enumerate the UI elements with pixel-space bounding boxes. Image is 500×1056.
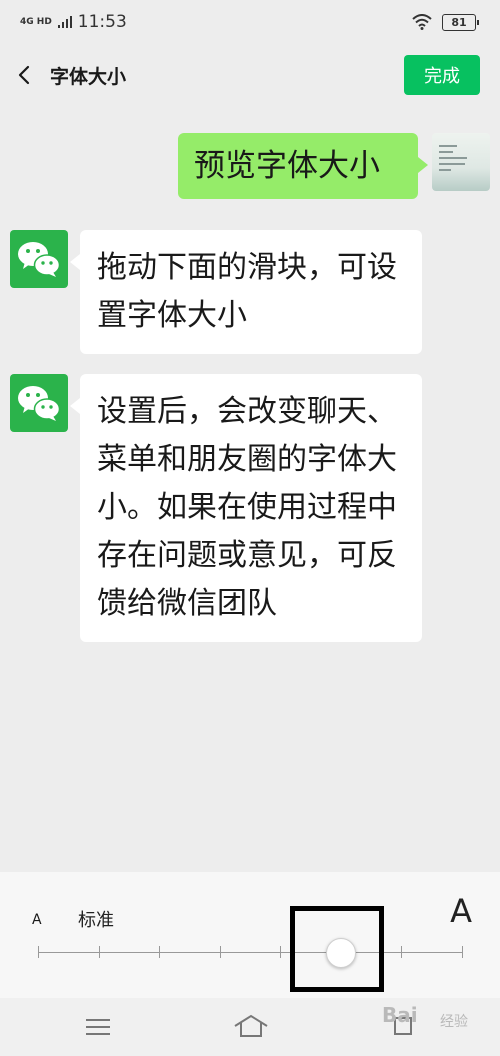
network-indicator: 4G HD [20, 16, 52, 27]
highlight-box [290, 906, 384, 992]
slider-tick[interactable] [280, 946, 281, 958]
signal-icon [57, 16, 72, 28]
incoming-message: 设置后，会改变聊天、菜单和朋友圈的字体大小。如果在使用过程中存在问题或意见，可反… [70, 374, 422, 642]
wifi-icon [412, 14, 432, 30]
wechat-logo-icon [18, 386, 61, 421]
slider-tick[interactable] [220, 946, 221, 958]
home-icon[interactable] [233, 1014, 269, 1038]
slider-tick[interactable] [99, 946, 100, 958]
small-font-label: A [32, 912, 42, 928]
incoming-message: 拖动下面的滑块，可设置字体大小 [70, 230, 422, 354]
slider-track[interactable] [38, 952, 462, 953]
menu-icon[interactable] [86, 1018, 110, 1036]
battery-level: 81 [451, 15, 467, 29]
header: 字体大小 完成 [0, 50, 500, 100]
font-size-panel: A 标准 A [0, 872, 500, 998]
current-size-label: 标准 [78, 910, 114, 931]
large-font-label: A [450, 892, 472, 930]
user-avatar[interactable] [432, 133, 490, 191]
page-title: 字体大小 [50, 65, 127, 88]
system-nav-bar [0, 998, 500, 1056]
font-size-slider[interactable] [38, 938, 463, 968]
back-icon[interactable] [14, 64, 36, 86]
slider-tick[interactable] [462, 946, 463, 958]
status-right: 81 [412, 13, 479, 31]
slider-tick[interactable] [159, 946, 160, 958]
wechat-avatar[interactable] [10, 230, 68, 288]
wechat-avatar[interactable] [10, 374, 68, 432]
battery-icon: 81 [442, 13, 479, 31]
status-time: 11:53 [77, 12, 127, 32]
slider-tick[interactable] [38, 946, 39, 958]
done-button[interactable]: 完成 [404, 55, 480, 95]
watermark-logo: Bai [382, 1003, 418, 1027]
slider-tick[interactable] [401, 946, 402, 958]
status-bar: 4G HD 11:53 81 [0, 0, 500, 44]
wechat-logo-icon [18, 242, 61, 277]
status-left: 4G HD 11:53 [20, 12, 127, 32]
watermark-text: 经验 [440, 1014, 468, 1030]
outgoing-message: 预览字体大小 [178, 133, 428, 199]
